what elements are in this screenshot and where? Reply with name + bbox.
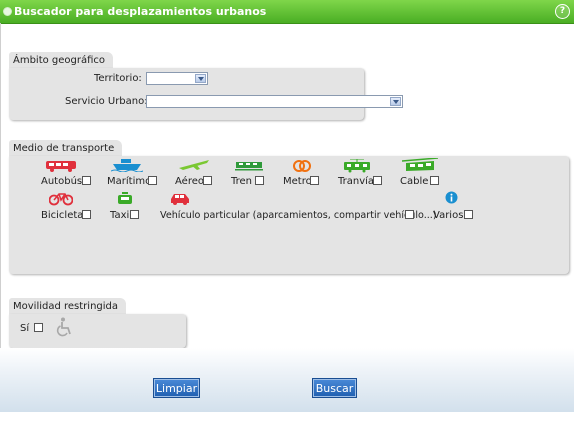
mobility-panel: Sí (9, 314, 186, 348)
mode-label-metro: Metro (283, 176, 312, 187)
mode-label-maritimo: Marítimo (107, 176, 152, 187)
geo-section-label: Ámbito geográfico (13, 55, 106, 66)
search-form: Ámbito geográfico Territorio: Servicio U… (0, 23, 574, 348)
mode-label-tranvia: Tranvía (338, 176, 375, 187)
window-titlebar: Buscador para desplazamientos urbanos ? (0, 0, 574, 24)
mode-label-aereo: Aéreo (175, 176, 204, 187)
mode-label-autobus: Autobús (41, 176, 83, 187)
help-icon[interactable]: ? (555, 4, 570, 19)
mode-label-cable: Cable (400, 176, 429, 187)
checkbox-movilidad-restringida[interactable] (34, 323, 43, 332)
transport-section-label: Medio de transporte (13, 143, 115, 154)
search-button[interactable]: Buscar (312, 378, 357, 398)
geo-section-tab: Ámbito geográfico (9, 52, 114, 68)
geo-panel-extent (9, 68, 410, 120)
mobility-section-label: Movilidad restringida (13, 301, 119, 312)
bicycle-icon (49, 193, 73, 206)
train-icon (235, 162, 263, 171)
clear-button[interactable]: Limpiar (153, 378, 200, 398)
checkbox-metro[interactable] (310, 176, 319, 185)
mobility-yes-label: Sí (20, 323, 30, 334)
mode-label-varios: Varios (433, 210, 464, 221)
plane-icon (179, 160, 209, 170)
checkbox-tren[interactable] (255, 176, 264, 185)
mode-label-vehiculo-particular: Vehículo particular (aparcamientos, comp… (160, 210, 437, 221)
mobility-section-tab: Movilidad restringida (9, 298, 127, 314)
checkbox-varios[interactable] (464, 210, 473, 219)
form-footer: Limpiar Buscar (0, 348, 574, 412)
metro-icon (293, 160, 311, 172)
taxi-icon (118, 192, 132, 204)
checkbox-vehiculo-particular[interactable] (405, 210, 414, 219)
title-bullet-icon (3, 7, 12, 16)
wheelchair-icon (56, 317, 71, 337)
mode-label-bicicleta: Bicicleta (41, 210, 84, 221)
checkbox-bicicleta[interactable] (82, 210, 91, 219)
car-icon (171, 194, 189, 205)
cable-car-icon (402, 158, 438, 171)
checkbox-maritimo[interactable] (148, 176, 157, 185)
tram-icon (344, 159, 370, 173)
bus-icon (46, 161, 76, 172)
checkbox-tranvia[interactable] (373, 176, 382, 185)
checkbox-cable[interactable] (430, 176, 439, 185)
checkbox-autobus[interactable] (82, 176, 91, 185)
ship-icon (111, 159, 143, 172)
window-title: Buscador para desplazamientos urbanos (14, 5, 267, 18)
mode-label-tren: Tren (231, 176, 253, 187)
transport-section-tab: Medio de transporte (9, 140, 123, 156)
checkbox-taxi[interactable] (130, 210, 139, 219)
info-icon (445, 191, 458, 204)
mode-label-taxi: Taxi (110, 210, 130, 221)
checkbox-aereo[interactable] (203, 176, 212, 185)
transport-panel: Autobús Marítimo Aéreo Tren Metro Tranví… (9, 156, 569, 274)
